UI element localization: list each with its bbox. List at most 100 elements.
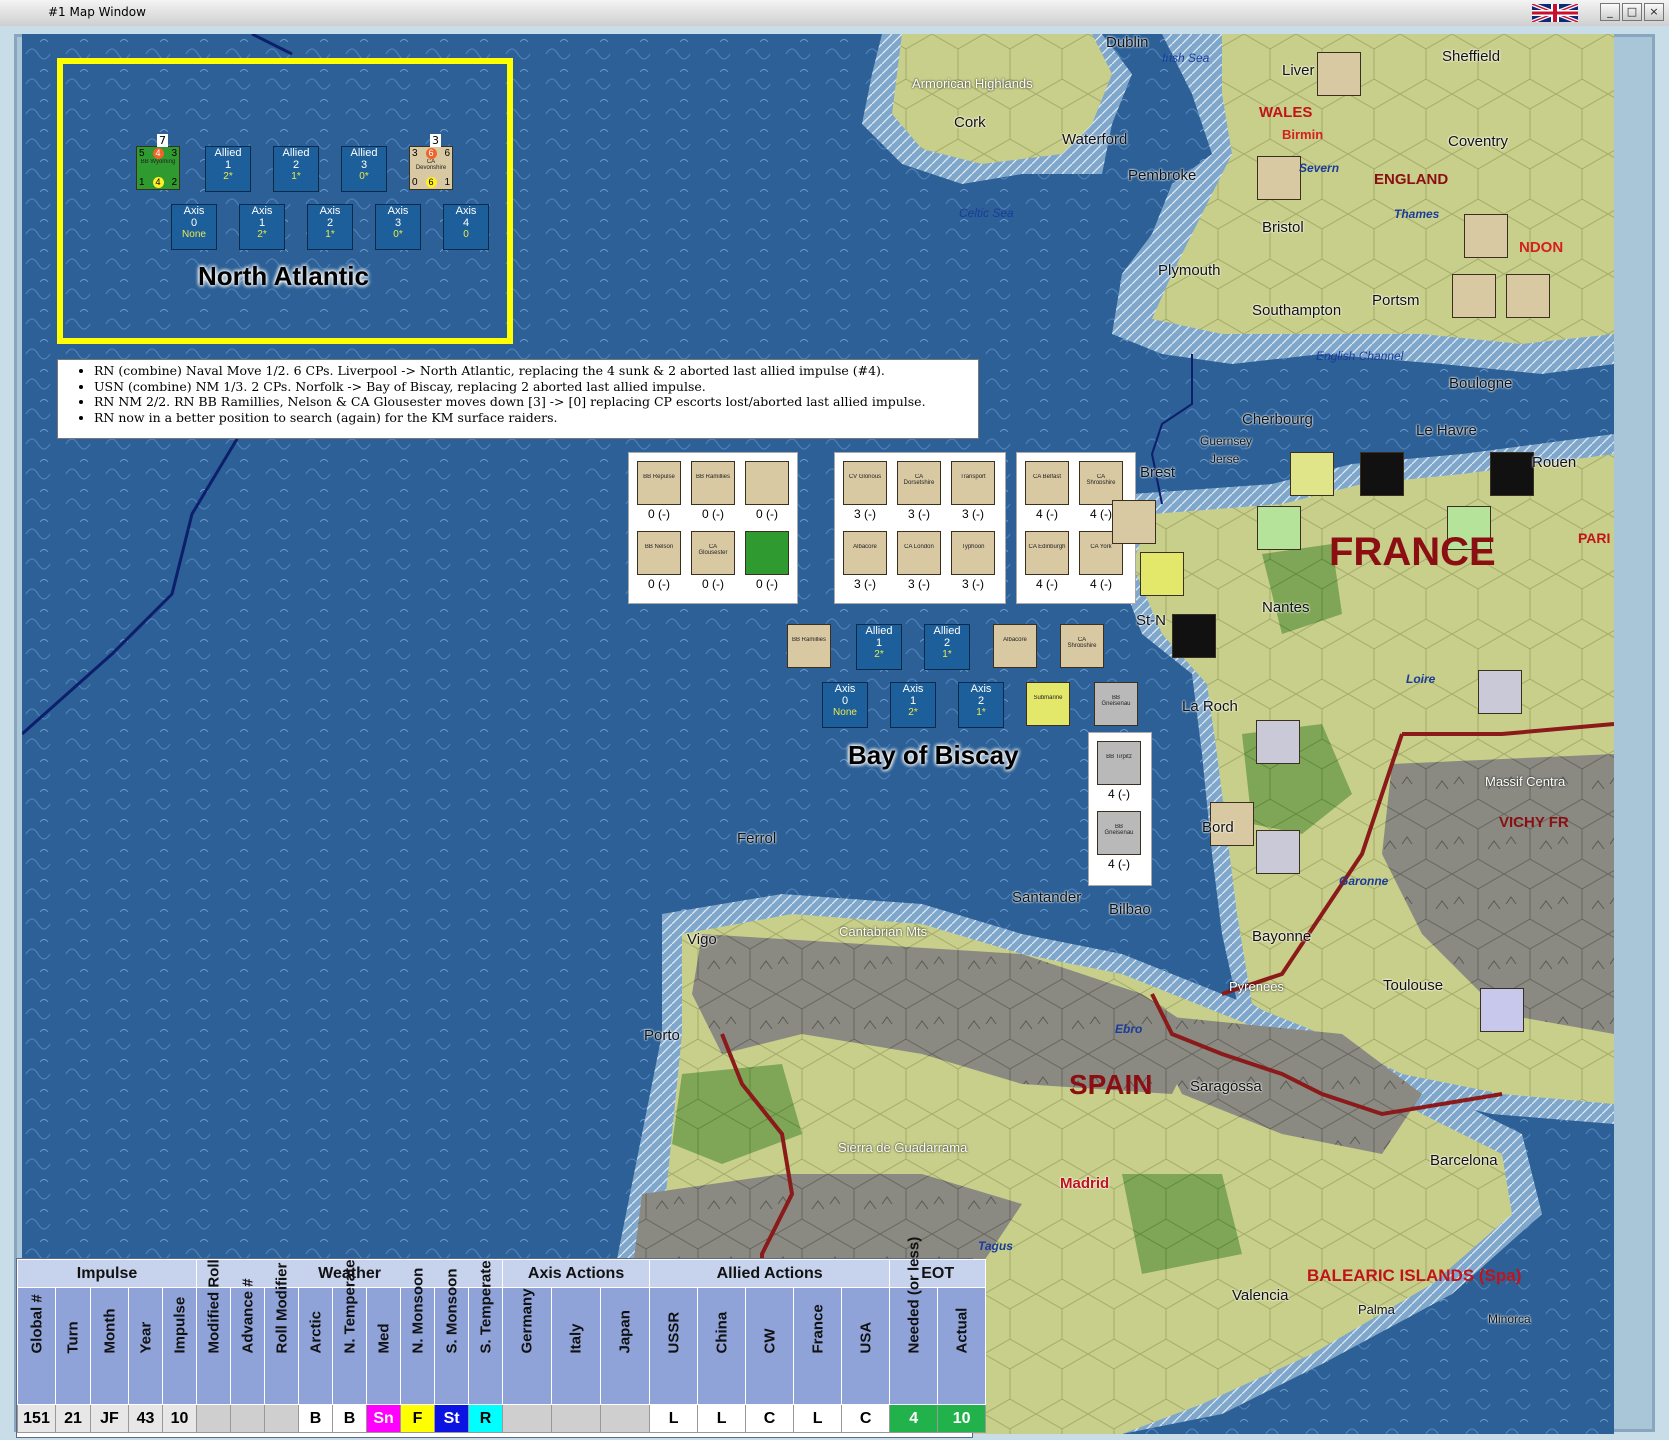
biscay-axis-box-0[interactable]: Axis 0 None xyxy=(822,682,868,728)
counter-name: BB Ramillies xyxy=(695,474,730,480)
counter-name: Albacore xyxy=(853,544,877,550)
unit-counter[interactable]: Typhoon xyxy=(951,531,995,575)
counter-name: BB Gneisenau xyxy=(1104,824,1134,834)
value-cell xyxy=(551,1404,602,1433)
stack-panel-km-surface-raiders[interactable]: BB Tirpitz 4 (-) BB Gneisenau 4 (-) xyxy=(1088,732,1152,886)
allied-search-box-1[interactable]: Allied 1 2* xyxy=(205,146,251,192)
river-label: Garonne xyxy=(1339,874,1389,888)
unit-counter-army[interactable] xyxy=(1257,156,1301,200)
stack-panel-rn-carrier-group[interactable]: CV Glorious 3 (-) CA Dorsetshire 3 (-) T… xyxy=(834,452,1006,604)
axis-search-box-3[interactable]: Axis 3 0* xyxy=(375,204,421,250)
biscay-axis-box-1[interactable]: Axis 1 2* xyxy=(890,682,936,728)
biscay-axis-box-2[interactable]: Axis 2 1* xyxy=(958,682,1004,728)
unit-counter-german-army[interactable] xyxy=(1360,452,1404,496)
counter-name: BB Wyoming xyxy=(140,159,176,165)
box-value: 2* xyxy=(874,649,884,660)
stack-panel-rn-battleships[interactable]: BB Repulse 0 (-) BB Ramillies 0 (-) 0 (-… xyxy=(628,452,798,604)
unit-counter[interactable]: CA Glousester xyxy=(691,531,735,575)
unit-counter-aircraft[interactable] xyxy=(1464,214,1508,258)
game-map[interactable]: Allied 1 2* Allied 2 1* Allied 3 0* Axis… xyxy=(22,34,1614,1434)
unit-counter-army[interactable] xyxy=(1480,988,1524,1032)
unit-counter-german-army[interactable] xyxy=(1172,614,1216,658)
unit-counter[interactable] xyxy=(745,531,789,575)
counter-value: 1 xyxy=(444,177,450,188)
unit-counter[interactable]: BB Nelson xyxy=(637,531,681,575)
unit-counter-submarine[interactable] xyxy=(1140,552,1184,596)
axis-search-box-4[interactable]: Axis 4 0 xyxy=(443,204,489,250)
allied-search-box-3[interactable]: Allied 3 0* xyxy=(341,146,387,192)
col-header: Roll Modifier xyxy=(264,1263,300,1405)
unit-counter[interactable]: CV Glorious xyxy=(843,461,887,505)
biscay-allied-box-2[interactable]: Allied 2 1* xyxy=(924,624,970,670)
unit-counter[interactable]: CA Shropshire xyxy=(1079,461,1123,505)
unit-counter[interactable]: CA London xyxy=(897,531,941,575)
unit-counter-army[interactable] xyxy=(1317,52,1361,96)
counter-name: BB Tirpitz xyxy=(1106,754,1132,760)
unit-counter[interactable]: BB Ramillies xyxy=(691,461,735,505)
stack-caption: 0 (-) xyxy=(756,577,778,591)
unit-counter-bb-gneisenau[interactable]: BB Gneisenau xyxy=(1094,682,1138,726)
counter-name: CA London xyxy=(904,544,934,550)
sea-zone-title-north-atlantic: North Atlantic xyxy=(198,261,369,291)
city-label: Barcelona xyxy=(1430,1152,1498,1169)
biscay-allied-box-1[interactable]: Allied 1 2* xyxy=(856,624,902,670)
unit-counter-ca-shropshire[interactable]: CA Shropshire xyxy=(1060,624,1104,668)
unit-counter-aircraft[interactable] xyxy=(1452,274,1496,318)
north-atlantic-zone-box[interactable] xyxy=(57,58,513,344)
unit-counter[interactable]: BB Tirpitz xyxy=(1097,741,1141,785)
stack-caption: 0 (-) xyxy=(702,507,724,521)
unit-counter-army[interactable] xyxy=(1256,720,1300,764)
unit-counter[interactable]: CA Dorsetshire xyxy=(897,461,941,505)
unit-counter-army[interactable] xyxy=(1256,830,1300,874)
box-value: 2* xyxy=(908,707,918,718)
counter-value: 6 xyxy=(425,177,437,188)
box-value: 1* xyxy=(291,171,301,182)
unit-counter-german-army[interactable] xyxy=(1490,452,1534,496)
river-label: Thames xyxy=(1394,207,1440,221)
unit-counter[interactable]: CA Belfast xyxy=(1025,461,1069,505)
counter-value: 0 xyxy=(412,177,418,188)
unit-counter-aircraft[interactable] xyxy=(1290,452,1334,496)
unit-counter[interactable]: Albacore xyxy=(843,531,887,575)
col-header: Turn xyxy=(55,1287,91,1405)
unit-counter[interactable] xyxy=(745,461,789,505)
unit-counter[interactable]: Transport xyxy=(951,461,995,505)
col-header: USA xyxy=(841,1287,891,1405)
group-header-axis-actions: Axis Actions xyxy=(502,1259,651,1288)
unit-counter-army[interactable] xyxy=(1478,670,1522,714)
unit-counter-bb-ramillies[interactable]: BB Ramillies xyxy=(787,624,831,668)
unit-counter[interactable]: BB Repulse xyxy=(637,461,681,505)
allied-search-box-2[interactable]: Allied 2 1* xyxy=(273,146,319,192)
maximize-button[interactable]: □ xyxy=(1622,3,1642,21)
axis-search-box-1[interactable]: Axis 1 2* xyxy=(239,204,285,250)
col-header: S. Temperate xyxy=(468,1260,504,1405)
col-header: Advance # xyxy=(230,1278,266,1405)
unit-counter-albacore[interactable]: Albacore xyxy=(993,624,1037,668)
counter-value: 4 xyxy=(152,177,164,188)
unit-counter-vichy[interactable] xyxy=(1257,506,1301,550)
close-button[interactable]: × xyxy=(1644,3,1664,21)
unit-counter[interactable]: BB Gneisenau xyxy=(1097,811,1141,855)
axis-search-box-2[interactable]: Axis 2 1* xyxy=(307,204,353,250)
col-header: N. Temperate xyxy=(332,1260,368,1405)
col-header: China xyxy=(697,1287,747,1405)
unit-counter-aircraft[interactable] xyxy=(1112,500,1156,544)
box-number: 2 xyxy=(943,637,951,649)
unit-counter-aircraft[interactable] xyxy=(1506,274,1550,318)
col-header: S. Monsoon xyxy=(434,1269,470,1405)
unit-counter-ca-devonshire[interactable]: 366 CA Devonshire 061 xyxy=(409,146,453,190)
unit-counter-submarine[interactable]: Submarine xyxy=(1026,682,1070,726)
axis-search-box-0[interactable]: Axis 0 None xyxy=(171,204,217,250)
stack-caption: 3 (-) xyxy=(908,507,930,521)
value-cell: 10 xyxy=(161,1404,198,1433)
box-number: 0 xyxy=(190,217,198,229)
weather-cell-s-monsoon: St xyxy=(434,1404,470,1433)
stack-caption: 3 (-) xyxy=(908,577,930,591)
box-number: 3 xyxy=(394,217,402,229)
group-header-allied-actions: Allied Actions xyxy=(649,1259,891,1288)
box-number: 0 xyxy=(841,695,849,707)
minimize-button[interactable]: _ xyxy=(1600,3,1620,21)
unit-counter-bb-wyoming[interactable]: 543 BB Wyoming 142 xyxy=(136,146,180,190)
city-label: Waterford xyxy=(1062,131,1128,148)
unit-counter[interactable]: CA Edinburgh xyxy=(1025,531,1069,575)
